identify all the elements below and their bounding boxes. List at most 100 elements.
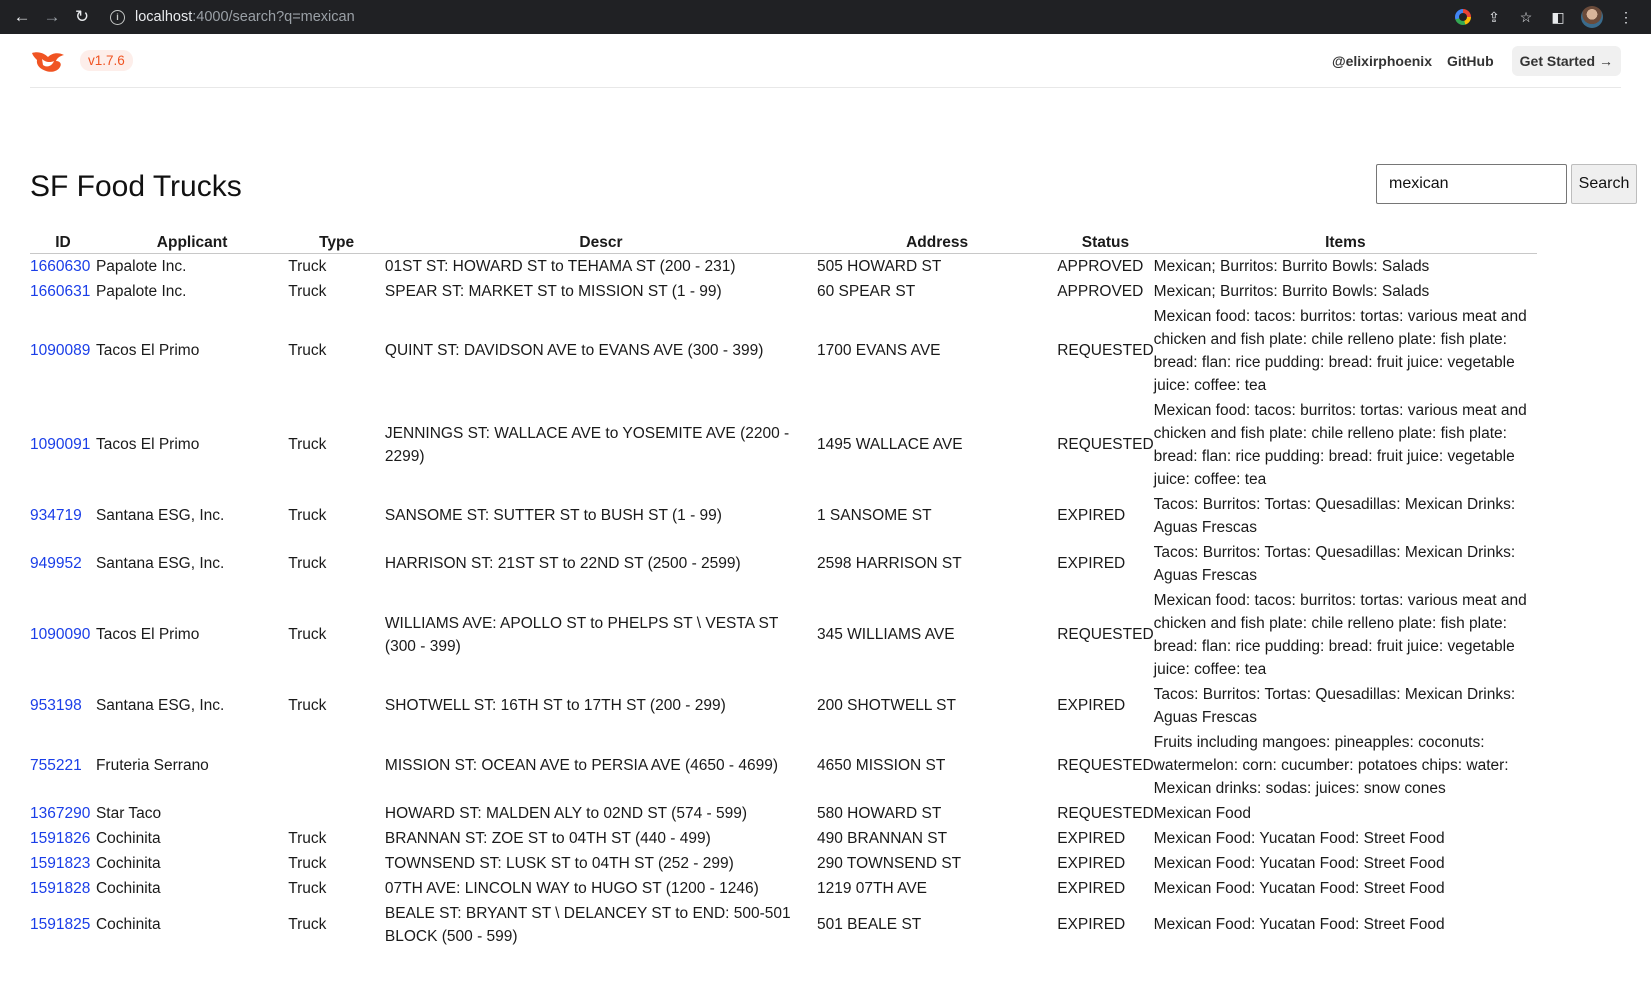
truck-id-link[interactable]: 953198 (30, 697, 82, 714)
items-cell: Mexican Food: Yucatan Food: Street Food (1153, 916, 1445, 933)
food-trucks-table: ID Applicant Type Descr Address Status I… (30, 231, 1537, 949)
truck-id-link[interactable]: 1591825 (30, 916, 90, 933)
status-cell: EXPIRED (1057, 507, 1126, 524)
browser-toolbar: ← → ↻ i localhost:4000/search?q=mexican … (0, 0, 1651, 34)
search-button[interactable]: Search (1571, 164, 1637, 204)
applicant-cell: Papalote Inc. (95, 282, 187, 300)
table-row: 934719 Santana ESG, Inc. Truck SANSOME ST: … (30, 492, 1537, 540)
items-cell: Mexican food: tacos: burritos: tortas: v… (1153, 401, 1527, 488)
search-input[interactable] (1376, 164, 1567, 204)
truck-id-link[interactable]: 1591823 (30, 855, 90, 872)
truck-id-link[interactable]: 934719 (30, 507, 82, 524)
id-cell: 934719 (30, 492, 96, 540)
profile-avatar[interactable] (1581, 6, 1603, 28)
type-cell: Truck (288, 626, 327, 643)
type-cell: Truck (288, 257, 327, 275)
id-cell: 1591828 (30, 876, 96, 901)
applicant-cell: Cochinita (95, 829, 161, 847)
applicant-cell: Santana ESG, Inc. (95, 697, 225, 714)
type-cell: Truck (288, 879, 327, 897)
address-cell: 1700 EVANS AVE (817, 342, 941, 359)
column-header-applicant: Applicant (95, 231, 289, 254)
table-row: 1090090 Tacos El Primo Truck WILLIAMS AVE: … (30, 588, 1537, 682)
truck-id-link[interactable]: 949952 (30, 555, 82, 572)
forward-arrow-icon[interactable]: → (40, 5, 64, 29)
type-cell: Truck (288, 697, 327, 714)
table-row: 1660631 Papalote Inc. Truck SPEAR ST: MARKE… (30, 279, 1537, 304)
type-cell: Truck (288, 854, 327, 872)
get-started-button[interactable]: Get Started → (1511, 45, 1621, 76)
twitter-link[interactable]: @elixirphoenix (1332, 53, 1432, 69)
table-row: 1090091 Tacos El Primo Truck JENNINGS ST: W… (30, 398, 1537, 492)
side-panel-icon[interactable]: ◧ (1549, 8, 1567, 26)
descr-cell: BRANNAN ST: ZOE ST to 04TH ST (440 - 499… (384, 829, 711, 847)
status-cell: REQUESTED (1057, 436, 1154, 453)
table-row: 1591828 Cochinita Truck 07TH AVE: LINCOLN W… (30, 876, 1537, 901)
truck-id-link[interactable]: 1591828 (30, 880, 90, 897)
column-header-id: ID (30, 231, 96, 254)
items-cell: Tacos: Burritos: Tortas: Quesadillas: Me… (1153, 685, 1516, 726)
table-row: 949952 Santana ESG, Inc. Truck HARRISON ST:… (30, 540, 1537, 588)
menu-dots-icon[interactable]: ⋮ (1617, 8, 1635, 26)
id-cell: 1591825 (30, 901, 96, 949)
truck-id-link[interactable]: 1367290 (30, 805, 90, 822)
share-icon[interactable]: ⇪ (1485, 8, 1503, 26)
applicant-cell: Papalote Inc. (95, 257, 187, 275)
type-cell: Truck (288, 342, 327, 359)
address-cell: 290 TOWNSEND ST (817, 854, 962, 872)
truck-id-link[interactable]: 1090089 (30, 342, 90, 359)
type-cell: Truck (288, 436, 327, 453)
address-cell: 501 BEALE ST (817, 916, 922, 933)
address-cell: 1 SANSOME ST (817, 507, 932, 524)
truck-id-link[interactable]: 1591826 (30, 830, 90, 847)
applicant-cell: Cochinita (95, 916, 161, 933)
status-cell: EXPIRED (1057, 854, 1126, 872)
descr-cell: WILLIAMS AVE: APOLLO ST to PHELPS ST \ V… (384, 614, 779, 655)
items-cell: Tacos: Burritos: Tortas: Quesadillas: Me… (1153, 543, 1516, 584)
descr-cell: HOWARD ST: MALDEN ALY to 02ND ST (574 - … (384, 804, 747, 822)
status-cell: REQUESTED (1057, 804, 1154, 822)
items-cell: Tacos: Burritos: Tortas: Quesadillas: Me… (1153, 495, 1516, 536)
status-cell: APPROVED (1057, 257, 1144, 275)
truck-id-link[interactable]: 1660631 (30, 283, 90, 300)
applicant-cell: Cochinita (95, 854, 161, 872)
github-link[interactable]: GitHub (1447, 53, 1494, 69)
search-form: Search (1376, 164, 1637, 204)
url-host: localhost (135, 9, 193, 25)
id-cell: 1591826 (30, 826, 96, 851)
id-cell: 953198 (30, 682, 96, 730)
status-cell: EXPIRED (1057, 879, 1126, 897)
status-cell: REQUESTED (1057, 342, 1154, 359)
truck-id-link[interactable]: 1660630 (30, 258, 90, 275)
reload-icon[interactable]: ↻ (70, 5, 94, 29)
id-cell: 1090089 (30, 304, 96, 398)
bookmark-star-icon[interactable]: ☆ (1517, 8, 1535, 26)
address-cell: 200 SHOTWELL ST (817, 697, 956, 714)
items-cell: Mexican; Burritos: Burrito Bowls: Salads (1153, 282, 1430, 300)
table-row: 1591826 Cochinita Truck BRANNAN ST: ZOE ST … (30, 826, 1537, 851)
info-icon[interactable]: i (110, 9, 125, 25)
truck-id-link[interactable]: 1090091 (30, 436, 90, 453)
address-cell: 4650 MISSION ST (817, 756, 946, 774)
applicant-cell: Tacos El Primo (95, 626, 200, 643)
items-cell: Mexican Food: Yucatan Food: Street Food (1153, 879, 1445, 897)
applicant-cell: Tacos El Primo (95, 436, 200, 453)
status-cell: REQUESTED (1057, 626, 1154, 643)
column-header-type: Type (288, 231, 385, 254)
phoenix-logo-icon[interactable] (30, 47, 66, 75)
status-cell: EXPIRED (1057, 555, 1126, 572)
applicant-cell: Tacos El Primo (95, 342, 200, 359)
truck-id-link[interactable]: 755221 (30, 757, 82, 774)
table-row: 1591825 Cochinita Truck BEALE ST: BRYANT ST… (30, 901, 1537, 949)
address-bar[interactable]: i localhost:4000/search?q=mexican (110, 4, 1455, 30)
items-cell: Mexican Food: Yucatan Food: Street Food (1153, 829, 1445, 847)
truck-id-link[interactable]: 1090090 (30, 626, 90, 643)
id-cell: 949952 (30, 540, 96, 588)
google-icon[interactable] (1455, 9, 1471, 25)
items-cell: Fruits including mangoes: pineapples: co… (1153, 733, 1509, 797)
table-header-row: ID Applicant Type Descr Address Status I… (30, 231, 1537, 254)
column-header-status: Status (1057, 231, 1154, 254)
items-cell: Mexican Food (1153, 804, 1252, 822)
table-row: 1367290 Star Taco HOWARD ST: MALDEN ALY to… (30, 801, 1537, 826)
back-arrow-icon[interactable]: ← (10, 5, 34, 29)
